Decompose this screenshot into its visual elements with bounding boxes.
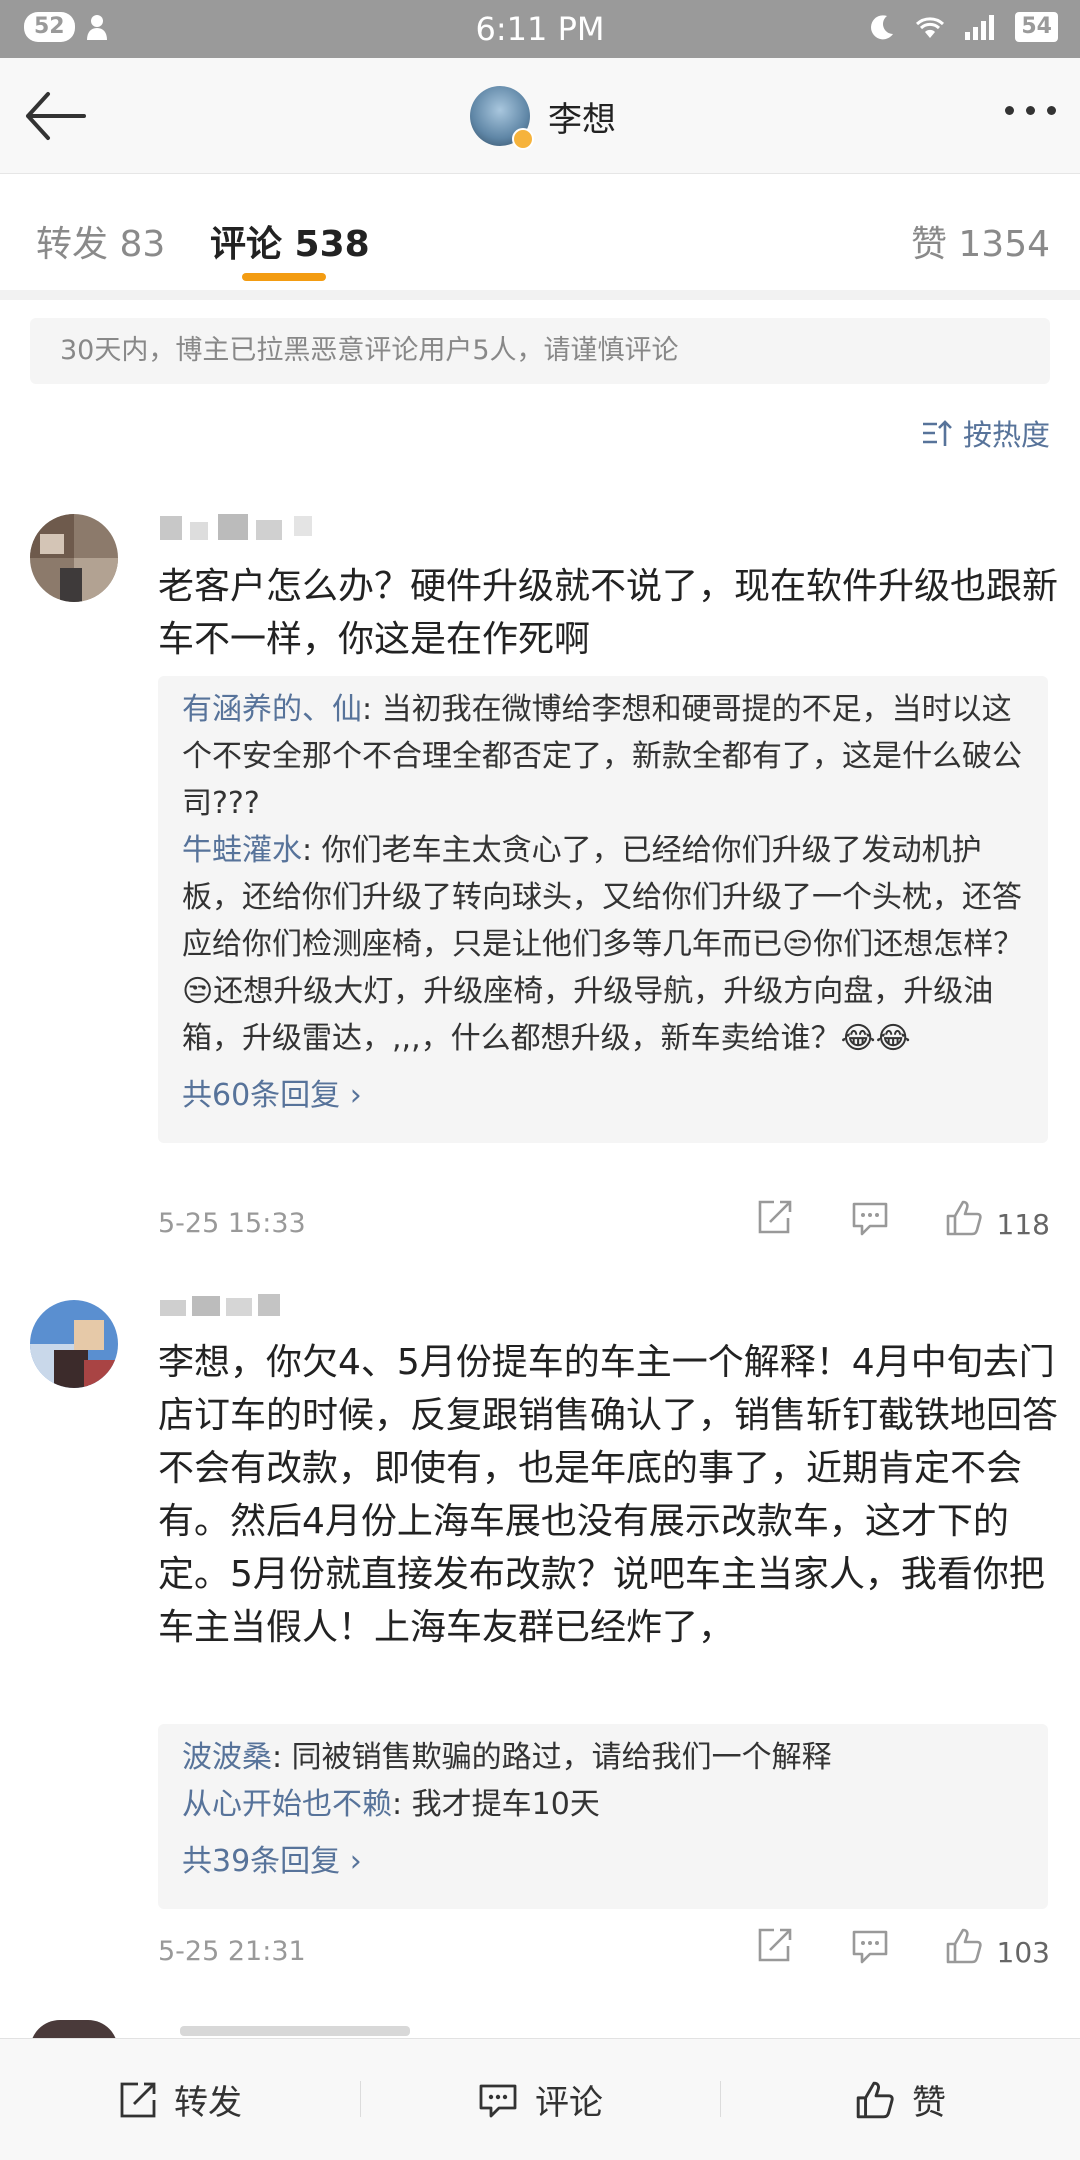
status-bar: 52 6:11 PM 54 (0, 0, 1080, 58)
share-icon[interactable] (754, 1198, 794, 1238)
signal-icon (965, 14, 997, 40)
active-tab-indicator (242, 273, 326, 281)
comment-date: 5-25 21:31 (158, 1936, 306, 1967)
reply-item: 波波桑: 同被销售欺骗的路过，请给我们一个解释 (182, 1734, 1024, 1781)
reply-separator: : (362, 692, 382, 727)
sort-icon (922, 420, 952, 446)
battery-level: 54 (1015, 12, 1058, 42)
thumbs-up-icon[interactable] (944, 1198, 984, 1238)
comment-icon (479, 2084, 517, 2117)
divider (0, 290, 1080, 300)
top-nav-bar: 李想 (0, 58, 1080, 174)
back-button[interactable] (22, 88, 86, 144)
comment-icon[interactable] (850, 1198, 890, 1238)
comment-date: 5-25 15:33 (158, 1208, 306, 1239)
blurred-username[interactable] (160, 1286, 300, 1316)
comment-notice: 30天内，博主已拉黑恶意评论用户5人，请谨慎评论 (30, 318, 1050, 384)
reply-item: 牛蛙灌水: 你们老车主太贪心了，已经给你们升级了发动机护板，还给你们升级了转向球… (182, 827, 1024, 1062)
avatar[interactable] (30, 1300, 118, 1388)
reply-author[interactable]: 牛蛙灌水 (182, 833, 302, 868)
reply-text: 同被销售欺骗的路过，请给我们一个解释 (291, 1740, 832, 1775)
page-title: 李想 (548, 99, 616, 140)
verified-badge-icon (512, 128, 534, 150)
more-options-icon[interactable] (1005, 106, 1056, 115)
like-button[interactable]: 赞 (720, 2075, 1080, 2124)
share-icon (120, 2082, 156, 2117)
reply-separator: : (392, 1787, 412, 1822)
like-label: 赞 (912, 2083, 946, 2123)
comment-text: 李想，你欠4、5月份提车的车主一个解释！4月中旬去门店订车的时候，反复跟销售确认… (158, 1342, 1059, 1648)
tab-likes[interactable]: 赞 1354 (911, 215, 1050, 267)
avatar[interactable] (470, 86, 534, 150)
sort-button[interactable]: 按热度 (921, 412, 1050, 454)
like-count: 118 (996, 1208, 1050, 1241)
profile-header[interactable]: 李想 (470, 86, 616, 150)
bottom-action-bar: 转发 评论 赞 (0, 2038, 1080, 2160)
comment-text: 老客户怎么办？硬件升级就不说了，现在软件升级也跟新车不一样，你这是在作死啊 (158, 566, 1059, 660)
comment-button[interactable]: 评论 (360, 2075, 720, 2124)
reply-author[interactable]: 从心开始也不赖 (182, 1787, 392, 1822)
sort-label: 按热度 (962, 418, 1050, 452)
like-count: 103 (996, 1936, 1050, 1969)
reply-box[interactable]: 有涵养的、仙: 当初我在微博给李想和硬哥提的不足，当时以这个不安全那个不合理全都… (158, 676, 1048, 1143)
more-replies-link[interactable]: 共60条回复 › (182, 1072, 1024, 1119)
moon-icon (869, 14, 895, 40)
thumbs-up-icon[interactable] (944, 1926, 984, 1966)
wifi-icon (913, 14, 947, 40)
arrow-left-icon (26, 92, 86, 140)
tab-comments[interactable]: 评论 538 (210, 215, 370, 267)
reply-box[interactable]: 波波桑: 同被销售欺骗的路过，请给我们一个解释 从心开始也不赖: 我才提车10天… (158, 1724, 1048, 1909)
blurred-username[interactable] (160, 510, 360, 544)
next-comment-username[interactable] (180, 2026, 410, 2036)
reply-text: 我才提车10天 (411, 1787, 600, 1822)
comment-icon[interactable] (850, 1926, 890, 1966)
reply-item: 从心开始也不赖: 我才提车10天 (182, 1781, 1024, 1828)
reply-item: 有涵养的、仙: 当初我在微博给李想和硬哥提的不足，当时以这个不安全那个不合理全都… (182, 686, 1024, 827)
reply-author[interactable]: 有涵养的、仙 (182, 692, 362, 727)
share-icon[interactable] (754, 1926, 794, 1966)
reply-author[interactable]: 波波桑 (182, 1740, 272, 1775)
tab-repost[interactable]: 转发 83 (36, 215, 165, 267)
more-replies-link[interactable]: 共39条回复 › (182, 1838, 1024, 1885)
comment-label: 评论 (535, 2083, 603, 2123)
reply-separator: : (302, 833, 322, 868)
tab-bar: 转发 83 评论 538 赞 1354 (0, 175, 1080, 290)
reply-separator: : (272, 1740, 292, 1775)
thumbs-up-icon (856, 2081, 894, 2118)
avatar[interactable] (30, 514, 118, 602)
repost-button[interactable]: 转发 (0, 2075, 360, 2124)
repost-label: 转发 (174, 2083, 242, 2123)
